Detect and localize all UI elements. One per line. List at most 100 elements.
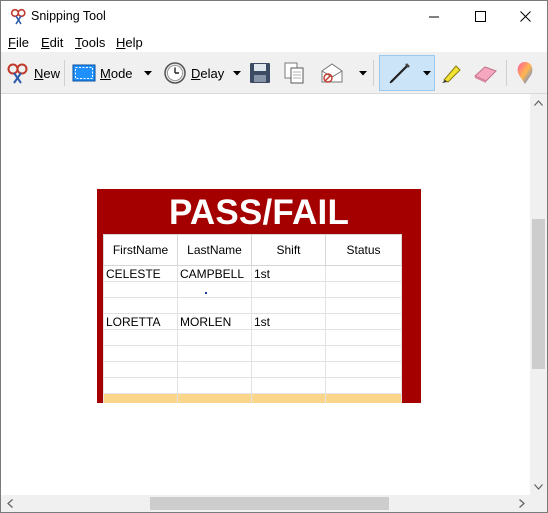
vertical-scrollbar[interactable] bbox=[530, 94, 547, 495]
table-cell bbox=[251, 329, 326, 346]
rectangular-snip-icon bbox=[72, 64, 96, 82]
table-cell bbox=[103, 281, 178, 298]
table-row bbox=[103, 297, 402, 314]
maximize-button[interactable] bbox=[457, 1, 503, 32]
menu-help[interactable]: Help bbox=[116, 35, 143, 50]
copy-button[interactable] bbox=[283, 56, 305, 90]
table-cell bbox=[251, 361, 326, 378]
delay-button[interactable]: Delay bbox=[163, 56, 224, 90]
table-cell bbox=[177, 329, 252, 346]
toolbar: New Mode Delay bbox=[1, 52, 547, 94]
menu-tools[interactable]: Tools bbox=[75, 35, 105, 50]
chevron-right-icon bbox=[518, 499, 525, 508]
scrollbar-corner bbox=[530, 495, 547, 512]
delay-dropdown-button[interactable] bbox=[231, 56, 243, 90]
scroll-up-button[interactable] bbox=[530, 94, 547, 111]
highlighter-button[interactable] bbox=[439, 56, 463, 90]
toolbar-separator bbox=[506, 60, 507, 86]
table-cell bbox=[251, 297, 326, 314]
table-cell: CELESTE bbox=[103, 265, 178, 282]
table-cell: 1st bbox=[251, 313, 326, 330]
table-cell bbox=[251, 393, 326, 403]
table-cell: 1st bbox=[251, 265, 326, 282]
table-cell: LORETTA bbox=[103, 313, 178, 330]
snip-canvas: PASS/FAIL FirstName LastName Shift Statu… bbox=[1, 94, 530, 495]
scroll-left-button[interactable] bbox=[1, 495, 18, 512]
send-snip-button[interactable] bbox=[319, 56, 345, 90]
vertical-scroll-thumb[interactable] bbox=[532, 219, 545, 369]
scroll-down-button[interactable] bbox=[530, 478, 547, 495]
eraser-icon bbox=[474, 66, 497, 83]
minimize-button[interactable] bbox=[411, 1, 457, 32]
chevron-left-icon bbox=[6, 499, 13, 508]
column-header: FirstName bbox=[103, 234, 178, 266]
table-cell bbox=[325, 313, 402, 330]
close-icon bbox=[519, 11, 531, 22]
table-cell bbox=[177, 297, 252, 314]
table-row bbox=[103, 361, 402, 378]
maximize-icon bbox=[474, 11, 486, 22]
chevron-down-icon bbox=[359, 70, 367, 75]
close-button[interactable] bbox=[502, 1, 548, 32]
mode-button[interactable]: Mode bbox=[72, 56, 133, 90]
table-cell bbox=[251, 377, 326, 394]
copy-icon bbox=[284, 62, 304, 84]
chevron-up-icon bbox=[534, 99, 543, 106]
save-snip-button[interactable] bbox=[249, 56, 271, 90]
highlighter-icon bbox=[442, 65, 461, 83]
table-cell bbox=[325, 297, 402, 314]
table-cell bbox=[325, 329, 402, 346]
table-cell bbox=[325, 377, 402, 394]
table-cell bbox=[325, 281, 402, 298]
menu-file[interactable]: File bbox=[8, 35, 29, 50]
table-cell bbox=[251, 281, 326, 298]
table-cell bbox=[325, 265, 402, 282]
table-cell bbox=[177, 345, 252, 362]
eraser-button[interactable] bbox=[472, 56, 498, 90]
save-icon bbox=[250, 63, 270, 83]
table-cell bbox=[325, 345, 402, 362]
title-bar: Snipping Tool bbox=[1, 1, 547, 32]
paint3d-icon bbox=[517, 62, 533, 84]
window-title: Snipping Tool bbox=[31, 9, 106, 23]
chevron-down-icon bbox=[534, 483, 543, 490]
table-cell: MORLEN bbox=[177, 313, 252, 330]
table-row: CELESTE CAMPBELL 1st bbox=[103, 265, 402, 282]
paint3d-button[interactable] bbox=[515, 56, 535, 90]
table-cell bbox=[103, 361, 178, 378]
table-cell bbox=[103, 297, 178, 314]
toolbar-separator bbox=[64, 60, 65, 86]
table-cell bbox=[177, 393, 252, 403]
minimize-icon bbox=[428, 16, 439, 18]
send-email-icon bbox=[321, 63, 343, 83]
table-row-highlighted bbox=[103, 393, 402, 403]
table-cell bbox=[103, 377, 178, 394]
scroll-right-button[interactable] bbox=[513, 495, 530, 512]
menu-edit[interactable]: Edit bbox=[41, 35, 63, 50]
column-header: Shift bbox=[251, 234, 326, 266]
menu-bar: File Edit Tools Help bbox=[1, 32, 547, 52]
new-snip-icon bbox=[7, 63, 28, 84]
table-cell bbox=[103, 345, 178, 362]
table-cell bbox=[177, 361, 252, 378]
pen-dropdown-button[interactable] bbox=[421, 56, 433, 90]
table-row: LORETTA MORLEN 1st bbox=[103, 313, 402, 330]
horizontal-scroll-thumb[interactable] bbox=[150, 497, 389, 510]
table-cell bbox=[177, 377, 252, 394]
table-cell: CAMPBELL bbox=[177, 265, 252, 282]
horizontal-scrollbar[interactable] bbox=[1, 495, 530, 512]
table-cell bbox=[103, 393, 178, 403]
toolbar-separator bbox=[373, 60, 374, 86]
send-dropdown-button[interactable] bbox=[357, 56, 369, 90]
table-row bbox=[103, 377, 402, 394]
new-snip-button[interactable]: New bbox=[6, 56, 60, 90]
table-cell bbox=[177, 281, 252, 298]
table-row bbox=[103, 281, 402, 298]
chevron-down-icon bbox=[144, 70, 152, 75]
pen-mark bbox=[205, 291, 207, 294]
chevron-down-icon bbox=[233, 70, 241, 75]
table-cell bbox=[103, 329, 178, 346]
column-header: Status bbox=[325, 234, 402, 266]
mode-dropdown-button[interactable] bbox=[142, 56, 154, 90]
pen-button[interactable] bbox=[387, 56, 413, 90]
